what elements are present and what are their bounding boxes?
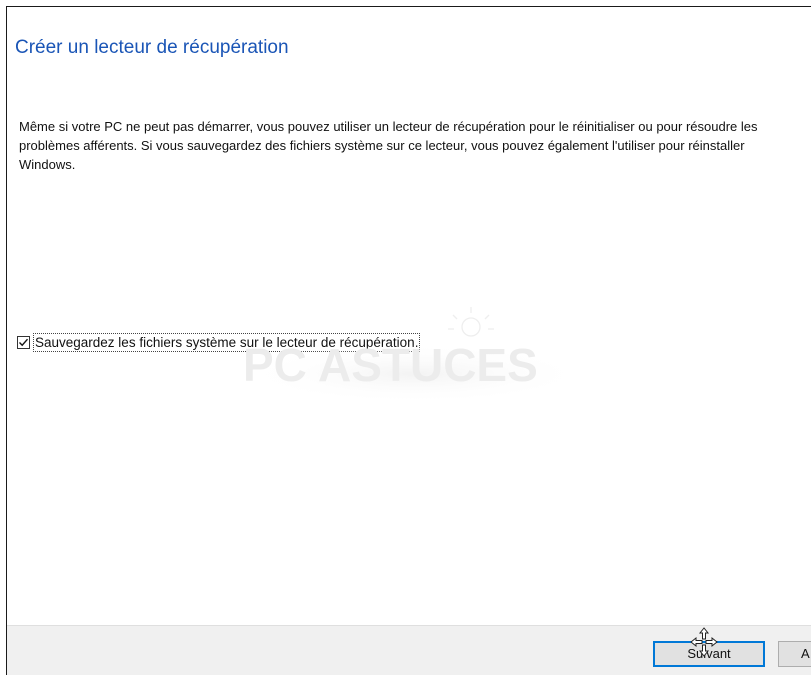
next-button[interactable]: Suivant xyxy=(653,641,765,667)
pc-astuces-watermark: PC ASTUCES xyxy=(240,307,590,404)
dialog-footer: Suivant A xyxy=(7,625,811,675)
recovery-drive-dialog: Créer un lecteur de récupération Même si… xyxy=(6,6,811,675)
checkmark-icon xyxy=(19,338,29,346)
backup-system-files-option[interactable]: Sauvegardez les fichiers système sur le … xyxy=(17,332,421,352)
page-title: Créer un lecteur de récupération xyxy=(15,37,289,58)
backup-system-files-checkbox[interactable] xyxy=(17,335,30,349)
backup-system-files-label[interactable]: Sauvegardez les fichiers système sur le … xyxy=(33,332,421,352)
description-text: Même si votre PC ne peut pas démarrer, v… xyxy=(19,119,758,172)
cancel-button[interactable]: A xyxy=(778,641,811,667)
watermark-glow xyxy=(240,344,590,404)
sun-icon xyxy=(448,307,494,337)
